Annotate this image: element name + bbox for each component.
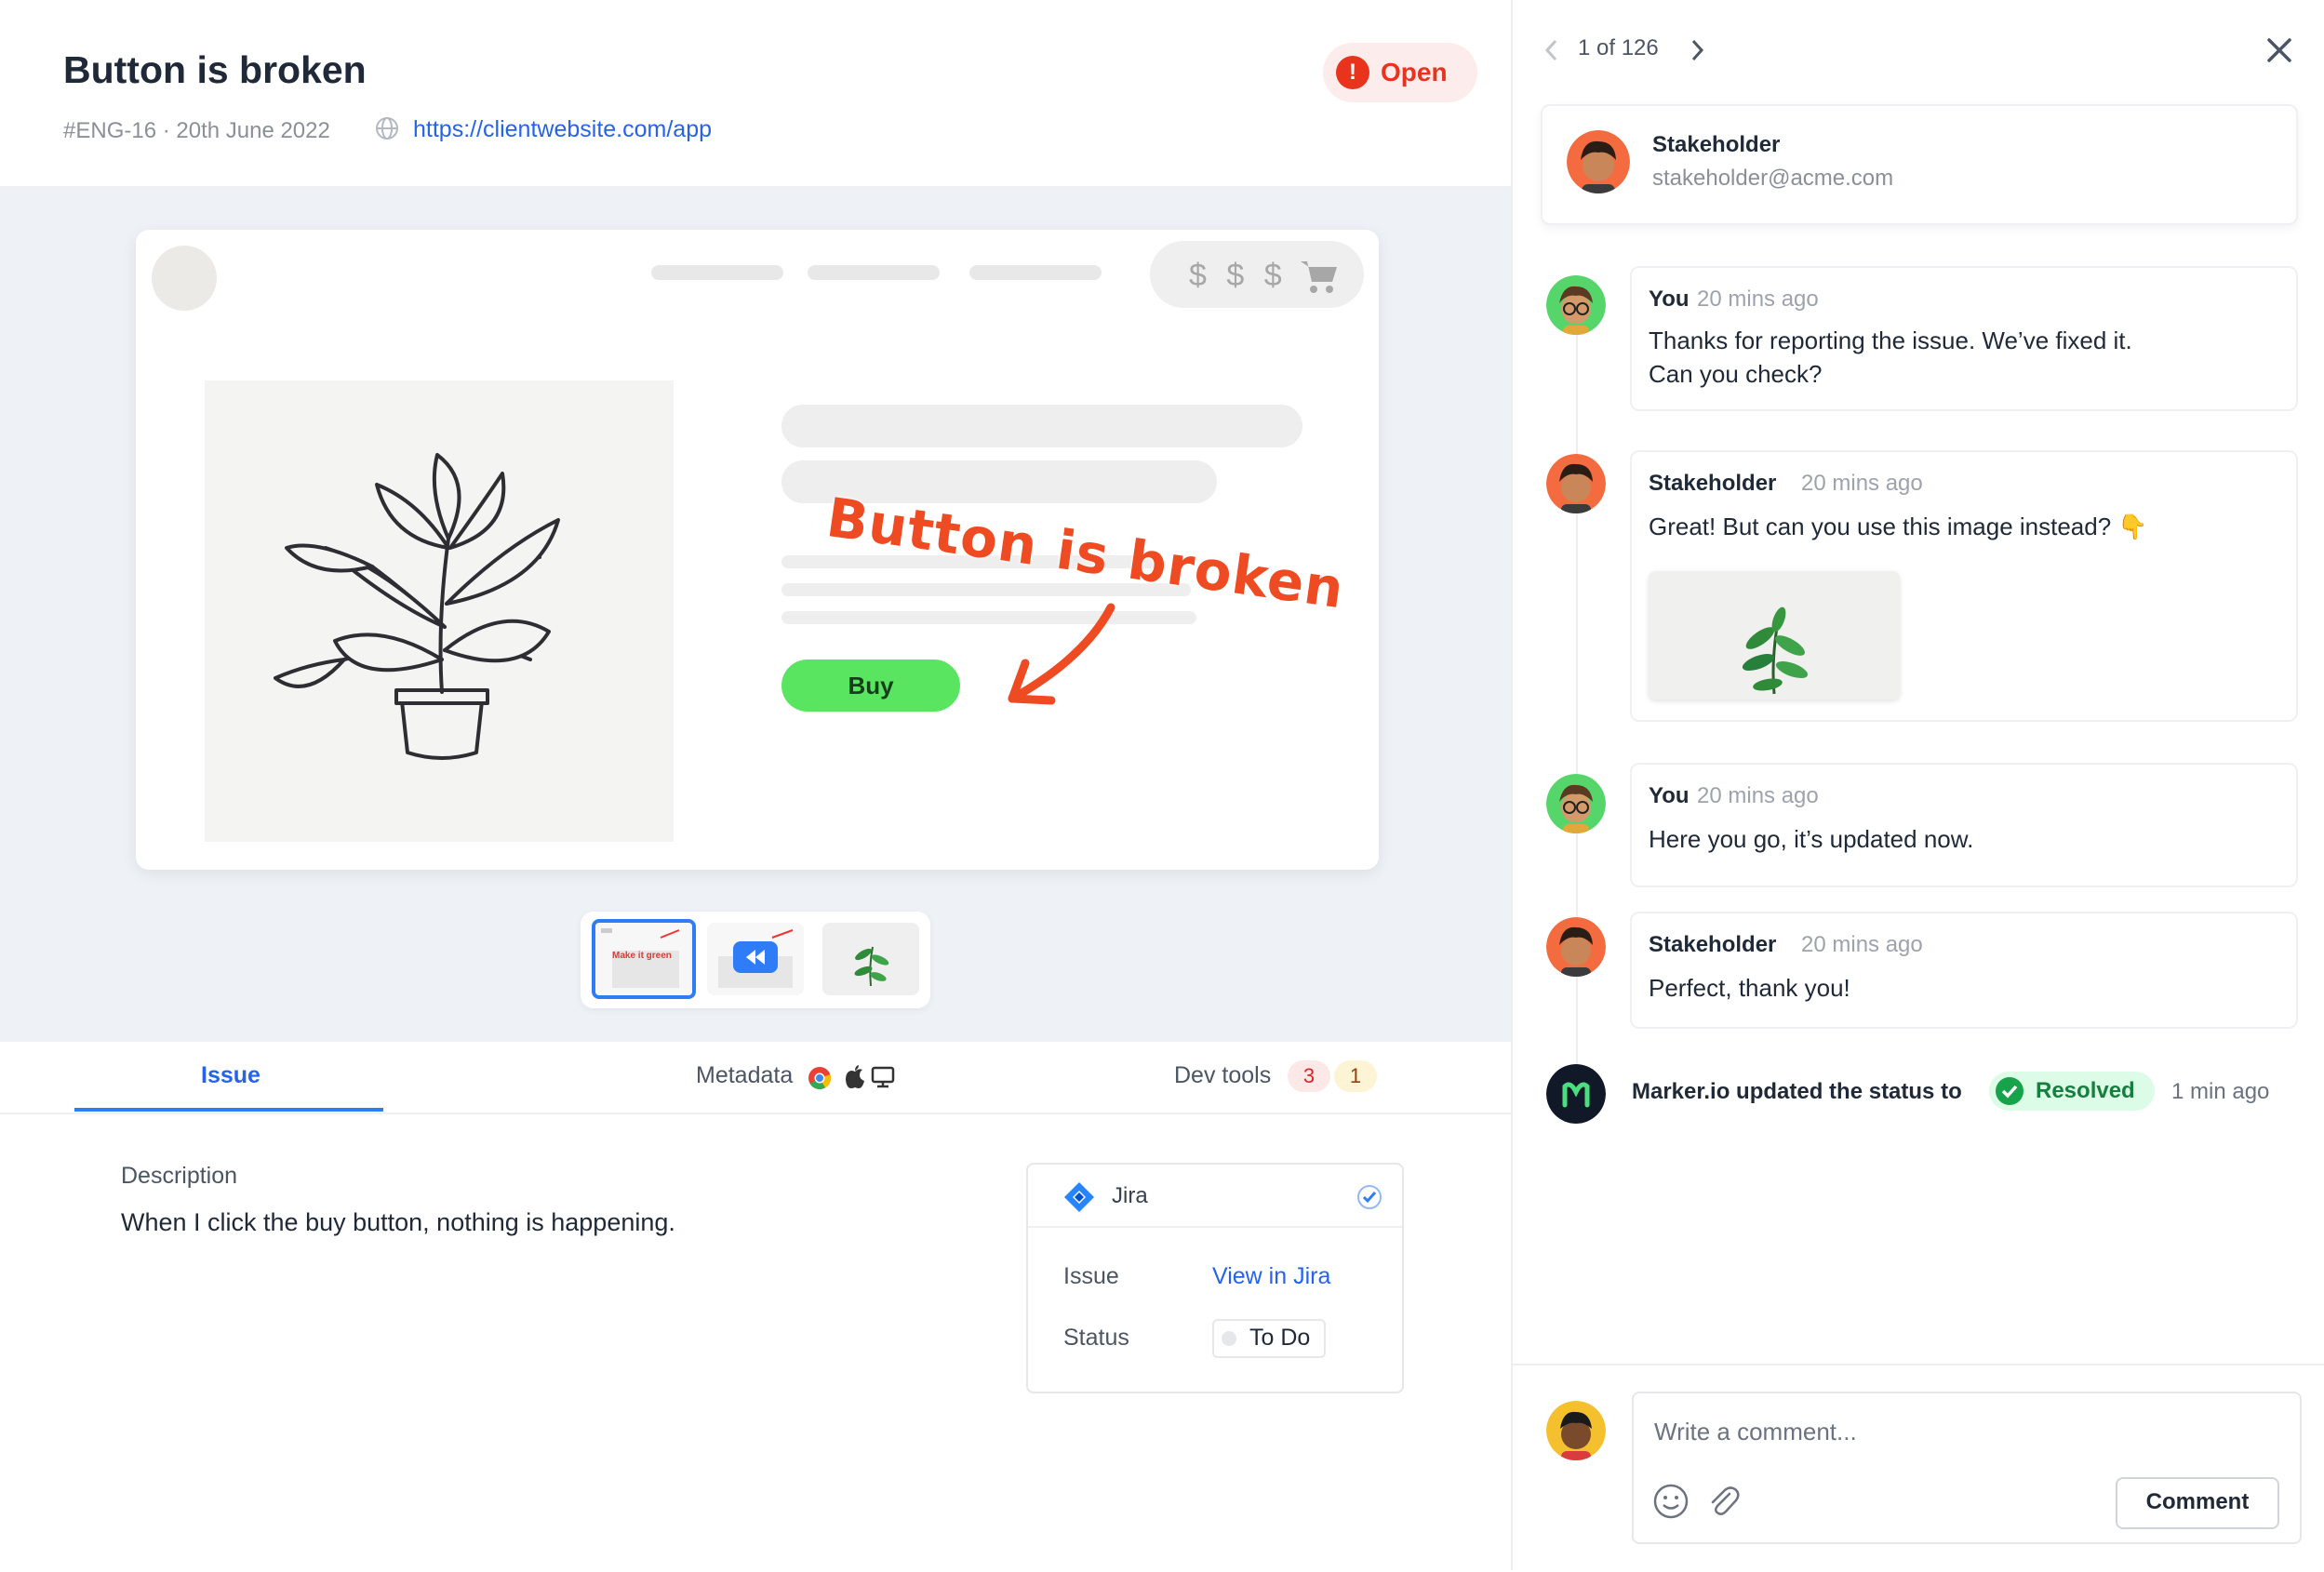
status-badge-label: Open xyxy=(1381,58,1448,87)
jira-title: Jira xyxy=(1112,1183,1148,1208)
avatar xyxy=(1546,774,1606,833)
comment-text: Great! But can you use this image instea… xyxy=(1649,513,2148,540)
plant-illustration xyxy=(274,453,560,760)
comment-card: You 20 mins ago Here you go, it’s update… xyxy=(1630,763,2298,887)
mock-cart-pill: $ $ $ xyxy=(1150,241,1364,308)
jira-status-badge[interactable]: To Do xyxy=(1212,1319,1326,1358)
warning-count-badge: 1 xyxy=(1334,1060,1377,1092)
emoji-icon[interactable] xyxy=(1652,1483,1690,1520)
annotation-label: Button is broken xyxy=(822,486,1349,621)
paperclip-icon[interactable] xyxy=(1704,1483,1742,1520)
comment-time: 20 mins ago xyxy=(1801,932,1923,957)
annotated-screenshot[interactable]: $ $ $ Buy Button is broken xyxy=(136,230,1379,870)
comment-text: Perfect, thank you! xyxy=(1649,974,1850,1002)
avatar xyxy=(1546,275,1606,335)
jira-status-value: To Do xyxy=(1249,1325,1311,1351)
cart-icon xyxy=(1301,261,1337,293)
mock-nav-item xyxy=(651,265,783,280)
issue-panel: Button is broken #ENG-16 · 20th June 202… xyxy=(0,0,1511,1570)
jira-card-header: Jira xyxy=(1028,1165,1402,1228)
issue-title: Button is broken xyxy=(63,48,367,91)
rewind-icon xyxy=(733,941,778,973)
issue-pager: 1 of 126 xyxy=(1578,35,1659,60)
avatar xyxy=(1546,1401,1606,1460)
mock-logo xyxy=(152,246,217,311)
mock-nav-item xyxy=(969,265,1102,280)
mock-text-line xyxy=(781,611,1196,624)
jira-integration-card: Jira Issue View in Jira Status To Do xyxy=(1026,1163,1404,1393)
error-count-badge: 3 xyxy=(1288,1060,1330,1092)
plant-photo xyxy=(1649,571,1900,699)
issue-meta: #ENG-16 · 20th June 2022 xyxy=(63,118,330,143)
issue-header: Button is broken #ENG-16 · 20th June 202… xyxy=(0,0,1511,188)
issue-url-link[interactable]: https://clientwebsite.com/app xyxy=(413,116,712,143)
tab-metadata[interactable]: Metadata xyxy=(696,1062,793,1089)
comment-composer: Write a comment... Comment xyxy=(1513,1364,2324,1572)
comment-text: Thanks for reporting the issue. We’ve fi… xyxy=(1649,326,2132,354)
thumbnail-2-video[interactable] xyxy=(707,923,804,995)
info-icon: ! xyxy=(1336,56,1369,89)
status-dot xyxy=(1222,1331,1236,1346)
chrome-icon xyxy=(808,1067,832,1090)
comment-image-attachment[interactable] xyxy=(1649,571,1900,699)
mock-price: $ $ $ xyxy=(1189,258,1288,293)
mock-nav-item xyxy=(808,265,940,280)
reporter-email: stakeholder@acme.com xyxy=(1652,166,1894,191)
tab-issue[interactable]: Issue xyxy=(201,1062,260,1089)
comment-time: 20 mins ago xyxy=(1697,286,1819,312)
apple-icon xyxy=(846,1065,864,1088)
close-icon[interactable] xyxy=(2264,35,2294,65)
annotation-arrow xyxy=(1008,603,1115,705)
status-event-text: Marker.io updated the status to xyxy=(1632,1079,1962,1104)
avatar xyxy=(1567,130,1630,193)
tab-dev-tools[interactable]: Dev tools xyxy=(1174,1062,1271,1089)
status-badge[interactable]: ! Open xyxy=(1323,43,1477,102)
comment-input[interactable]: Write a comment... Comment xyxy=(1632,1392,2302,1544)
avatar xyxy=(1546,917,1606,977)
check-circle-icon xyxy=(1357,1185,1382,1209)
active-tab-indicator xyxy=(74,1108,383,1112)
comment-time: 20 mins ago xyxy=(1697,783,1819,808)
resolved-label: Resolved xyxy=(2036,1078,2135,1103)
issue-tabs: Issue Metadata Dev tools 3 1 xyxy=(0,1042,1511,1114)
globe-icon xyxy=(376,117,398,140)
comment-author: You xyxy=(1649,783,1690,808)
comment-card: You 20 mins ago Thanks for reporting the… xyxy=(1630,266,2298,411)
jira-issue-label: Issue xyxy=(1063,1263,1119,1289)
product-image xyxy=(205,380,674,842)
description-label: Description xyxy=(121,1163,238,1189)
chevron-left-icon[interactable] xyxy=(1543,37,1559,63)
reporter-name: Stakeholder xyxy=(1652,132,1781,157)
comment-text: Can you check? xyxy=(1649,360,1823,388)
jira-icon xyxy=(1064,1182,1094,1212)
status-event-time: 1 min ago xyxy=(2171,1079,2270,1104)
buy-button: Buy xyxy=(781,659,960,712)
thumbnail-caption: Make it green xyxy=(612,951,672,961)
avatar xyxy=(1546,454,1606,513)
chevron-right-icon[interactable] xyxy=(1690,37,1706,63)
thumbnail-3-plant[interactable] xyxy=(822,923,919,995)
jira-status-label: Status xyxy=(1063,1325,1129,1351)
comment-button[interactable]: Comment xyxy=(2116,1477,2279,1529)
comment-text: Here you go, it’s updated now. xyxy=(1649,825,1974,853)
comment-author: You xyxy=(1649,286,1690,312)
mock-text-line xyxy=(781,405,1302,447)
comment-card: Stakeholder 20 mins ago Perfect, thank y… xyxy=(1630,912,2298,1029)
comment-card: Stakeholder 20 mins ago Great! But can y… xyxy=(1630,450,2298,722)
comment-placeholder: Write a comment... xyxy=(1654,1418,1857,1445)
view-in-jira-link[interactable]: View in Jira xyxy=(1212,1263,1330,1290)
comments-sidebar: 1 of 126 Stakeholder stakeholder@acme.co… xyxy=(1511,0,2324,1572)
resolved-badge: Resolved xyxy=(1989,1072,2155,1111)
thumbnail-1[interactable]: Make it green xyxy=(592,919,696,999)
reporter-card: Stakeholder stakeholder@acme.com xyxy=(1541,104,2298,225)
description-text: When I click the buy button, nothing is … xyxy=(121,1208,675,1236)
monitor-icon xyxy=(871,1066,895,1088)
comment-author: Stakeholder xyxy=(1649,932,1777,957)
comment-author: Stakeholder xyxy=(1649,471,1777,496)
check-circle-icon xyxy=(1996,1077,2023,1105)
attachment-thumbnails: Make it green xyxy=(581,912,930,1008)
comment-time: 20 mins ago xyxy=(1801,471,1923,496)
marker-logo-icon xyxy=(1546,1064,1606,1124)
